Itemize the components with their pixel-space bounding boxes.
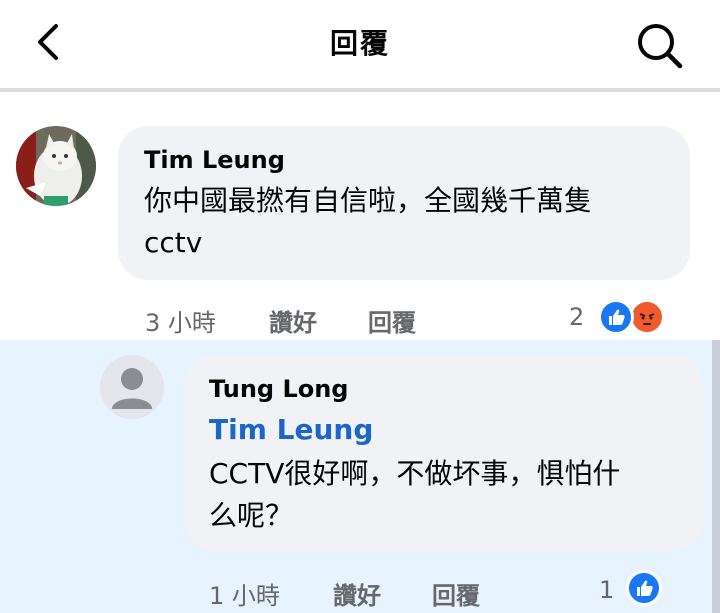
search-icon[interactable] <box>632 18 686 72</box>
page-title: 回覆 <box>329 27 390 60</box>
comment-text-line: 你中國最撚有自信啦，全國幾千萬隻 <box>144 184 593 217</box>
like-icon[interactable] <box>626 570 662 606</box>
default-avatar-icon <box>100 355 164 419</box>
comment-bubble[interactable]: Tim Leung 你中國最撚有自信啦，全國幾千萬隻 cctv <box>118 126 690 280</box>
comment-bubble[interactable]: Tung Long Tim Leung CCTV很好啊，不做坏事，惧怕什 么呢？ <box>184 355 704 551</box>
cat-avatar-image <box>16 126 96 206</box>
comment-text-line: CCTV很好啊，不做坏事，惧怕什 <box>209 457 621 490</box>
angry-icon[interactable] <box>629 299 665 335</box>
reaction-count[interactable]: 1 <box>599 576 614 604</box>
mention-link[interactable]: Tim Leung <box>209 413 373 446</box>
like-button[interactable]: 讚好 <box>333 576 381 611</box>
comment-author[interactable]: Tung Long <box>209 375 349 403</box>
reply-button[interactable]: 回覆 <box>368 303 416 338</box>
comment-author[interactable]: Tim Leung <box>144 146 285 174</box>
reaction-count[interactable]: 2 <box>569 303 584 331</box>
avatar[interactable] <box>100 355 164 419</box>
scrollbar[interactable] <box>712 340 720 613</box>
comment-time: 3 小時 <box>145 309 216 337</box>
comment-time: 1 小時 <box>209 582 280 610</box>
like-icon[interactable] <box>598 299 634 335</box>
like-button[interactable]: 讚好 <box>269 303 317 338</box>
header-divider <box>0 88 720 92</box>
top-bar: 回覆 <box>0 0 720 88</box>
comment-text-line: 么呢？ <box>209 499 294 532</box>
reply-button[interactable]: 回覆 <box>432 576 480 611</box>
avatar[interactable] <box>16 126 96 206</box>
comment-text-line: cctv <box>144 226 203 259</box>
